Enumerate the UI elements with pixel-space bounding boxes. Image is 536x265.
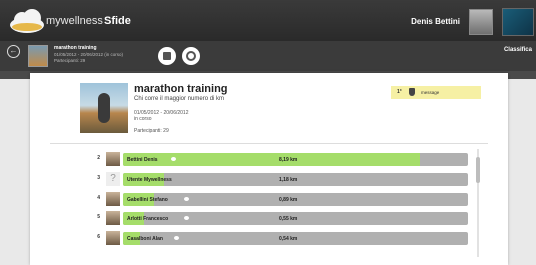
stop-icon [163,52,171,60]
participant-photo[interactable] [106,192,120,206]
stop-button[interactable] [158,47,176,65]
participants-count: Partecipanti: 29 [134,128,169,134]
strip-challenge-title[interactable]: marathon training [54,45,97,51]
trophy-icon [409,88,415,96]
message-label[interactable]: message [421,90,439,95]
participant-photo[interactable] [106,152,120,166]
refresh-icon [186,51,196,61]
cloud-logo-icon[interactable] [8,8,46,34]
progress-bar: Arlotti Francesco 0,55 km [123,212,468,225]
brand-name[interactable]: mywellness [46,15,103,27]
leaderboard-row[interactable]: 2 Bettini Denis 8,19 km [90,151,470,167]
refresh-button[interactable] [182,47,200,65]
participant-name[interactable]: Casalboni Alan [127,236,163,242]
my-rank-box[interactable]: 1° message [391,86,481,99]
back-arrow-icon[interactable]: ← [7,45,20,58]
progress-bar: Gabellini Stefano 0,89 km [123,193,468,206]
chat-bubble-icon[interactable] [183,216,189,220]
tab-sfide[interactable]: Sfide [104,15,131,27]
challenge-thumbnail[interactable] [28,45,48,67]
rank-number: 5 [97,214,100,220]
chat-bubble-icon[interactable] [183,197,189,201]
participant-distance: 0,55 km [279,216,298,222]
leaderboard-row[interactable]: 4 Gabellini Stefano 0,89 km [90,191,470,207]
participant-distance: 0,89 km [279,197,298,203]
page-title: marathon training [134,83,228,95]
participant-name[interactable]: Utente Mywellness [127,177,172,183]
participant-distance: 1,18 km [279,177,298,183]
progress-bar: Casalboni Alan 0,54 km [123,232,468,245]
challenge-strip: ← marathon training 01/05/2012 - 20/06/2… [0,41,536,71]
rank-number: 6 [97,234,100,240]
leaderboard-row[interactable]: 5 Arlotti Francesco 0,55 km [90,210,470,226]
strip-challenge-dates: 01/05/2012 - 20/06/2012 (in corso) [54,52,124,57]
top-bar: mywellness Sfide Denis Bettini [0,0,536,41]
classifica-link[interactable]: Classifica [504,47,532,53]
scrollbar-thumb[interactable] [476,157,480,183]
progress-bar: Bettini Denis 8,19 km [123,153,468,166]
challenge-status: in corso [134,116,152,122]
challenge-subtitle: Chi corre il maggior numero di km [134,96,225,102]
participant-distance: 0,54 km [279,236,298,242]
app-icon[interactable] [502,8,534,36]
participant-name[interactable]: Arlotti Francesco [127,216,168,222]
leaderboard-row[interactable]: 6 Casalboni Alan 0,54 km [90,230,470,246]
placeholder-avatar-icon[interactable]: ? [106,172,120,186]
progress-fill [123,153,420,166]
user-name[interactable]: Denis Bettini [411,17,460,26]
leaderboard-row[interactable]: 3? Utente Mywellness 1,18 km [90,171,470,187]
challenge-panel: marathon training Chi corre il maggior n… [30,73,508,265]
strip-participants: Partecipanti: 29 [54,58,86,63]
participant-photo[interactable] [106,231,120,245]
chat-bubble-icon[interactable] [174,236,180,240]
participant-distance: 8,19 km [279,157,298,163]
divider [50,143,488,144]
rank-number: 2 [97,155,100,161]
participant-name[interactable]: Gabellini Stefano [127,197,168,203]
challenge-image [80,83,128,133]
progress-bar: Utente Mywellness 1,18 km [123,173,468,186]
rank-number: 4 [97,195,100,201]
rank-number: 3 [97,175,100,181]
participant-photo[interactable] [106,211,120,225]
participant-name[interactable]: Bettini Denis [127,157,158,163]
runner-figure [98,93,110,123]
my-rank-position: 1° [397,89,402,95]
avatar[interactable] [469,9,493,35]
